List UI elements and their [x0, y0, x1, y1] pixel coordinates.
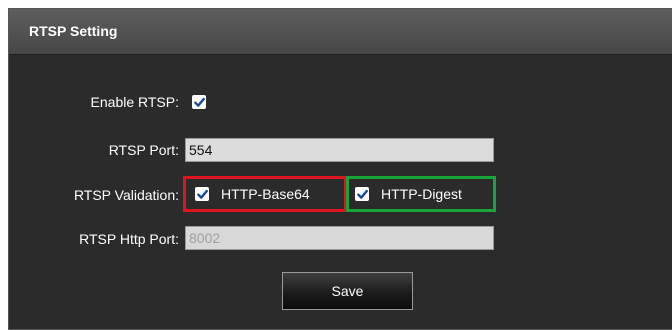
http-digest-label: HTTP-Digest: [381, 186, 462, 202]
http-digest-checkbox[interactable]: [355, 187, 369, 201]
rtsp-http-port-label: RTSP Http Port:: [79, 231, 179, 247]
http-base64-checkbox[interactable]: [195, 187, 209, 201]
checkmark-icon: [193, 97, 205, 107]
checkmark-icon: [356, 189, 368, 199]
checkmark-icon: [196, 189, 208, 199]
panel-title: RTSP Setting: [29, 23, 118, 39]
save-button[interactable]: Save: [282, 272, 413, 310]
enable-rtsp-label: Enable RTSP:: [90, 94, 179, 110]
http-base64-label: HTTP-Base64: [221, 186, 310, 202]
rtsp-setting-panel: RTSP Setting Enable RTSP: RTSP Port: 554…: [8, 8, 672, 330]
rtsp-http-port-input: 8002: [185, 226, 494, 250]
rtsp-port-input[interactable]: 554: [185, 138, 494, 162]
enable-rtsp-checkbox[interactable]: [192, 95, 206, 109]
rtsp-port-label: RTSP Port:: [108, 142, 179, 158]
rtsp-validation-label: RTSP Validation:: [73, 187, 179, 203]
panel-header: RTSP Setting: [9, 9, 672, 55]
